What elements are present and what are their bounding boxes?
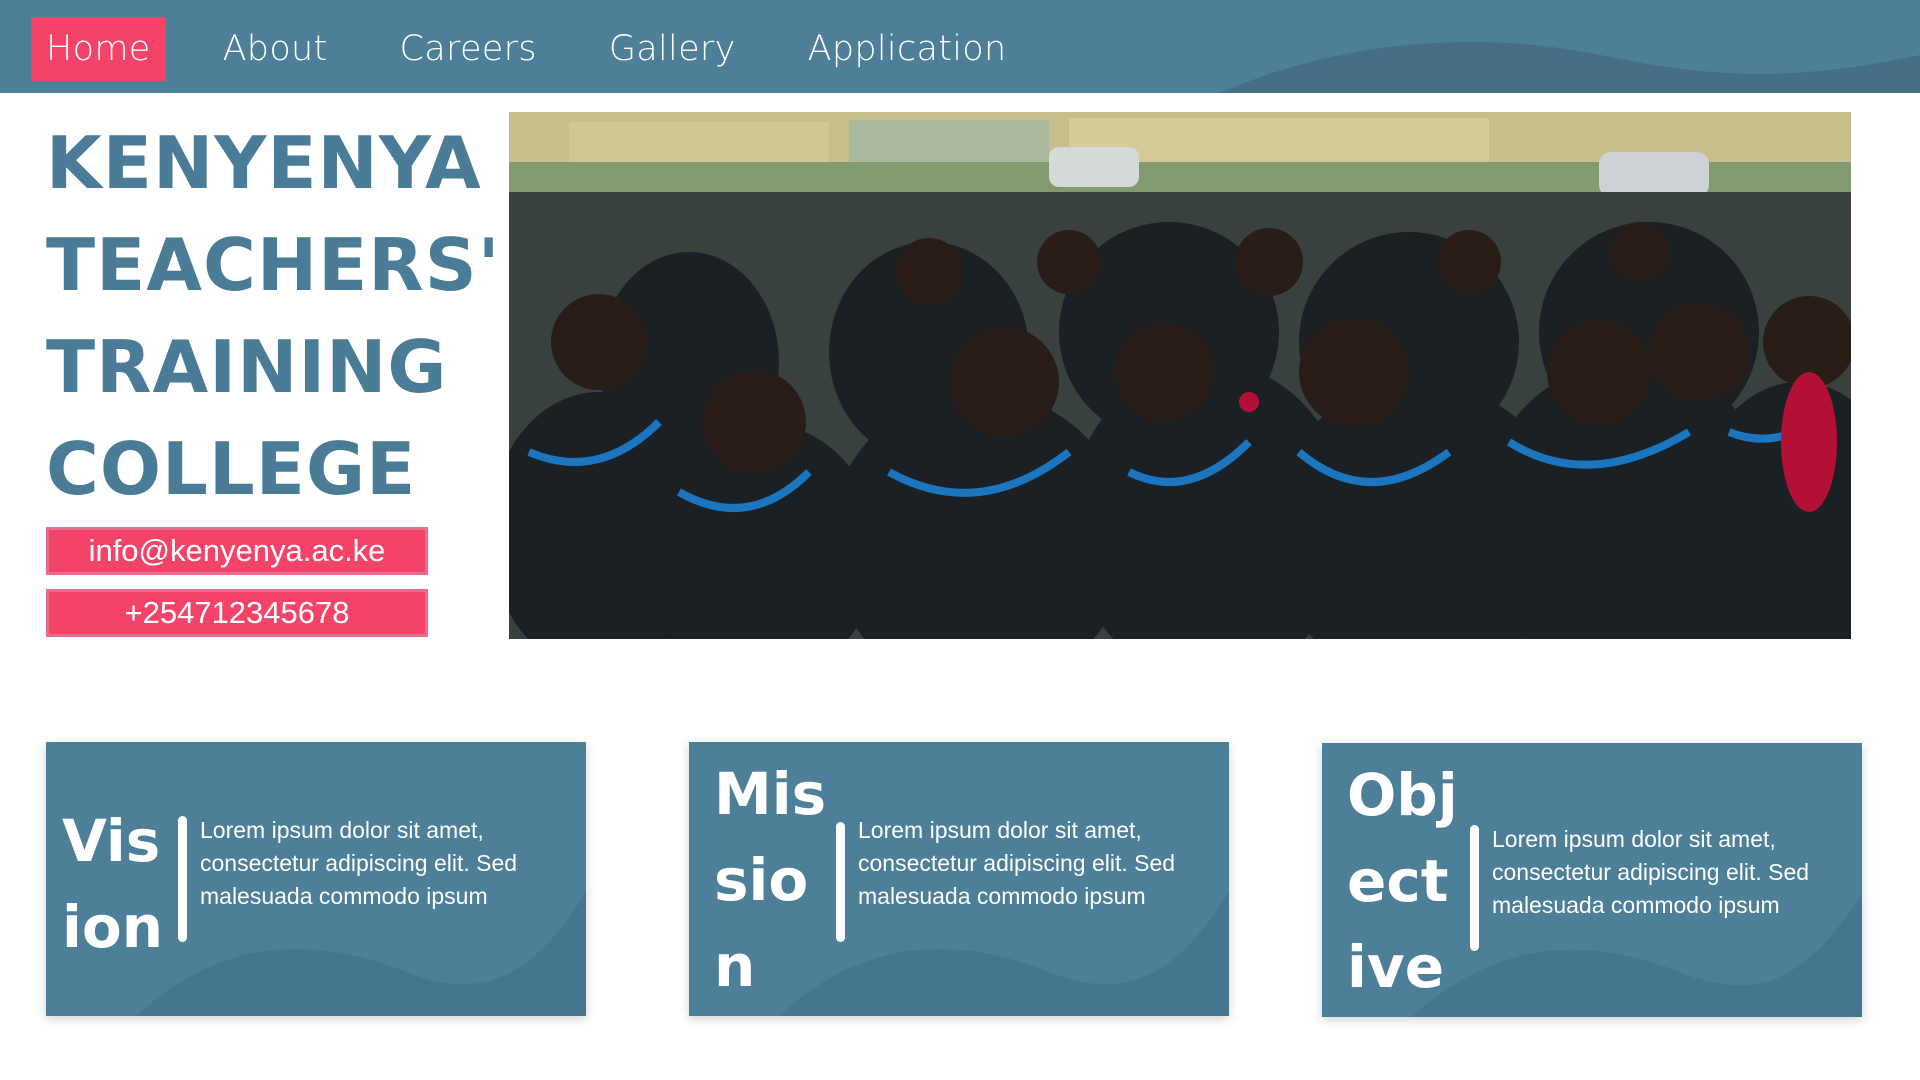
college-title-line: COLLEGE [46, 427, 417, 511]
nav-about[interactable]: About [208, 17, 343, 81]
objective-title: Objective [1347, 761, 1458, 1001]
nav-home[interactable]: Home [31, 17, 166, 81]
mission-title: Mission [714, 760, 827, 1000]
vision-card: Vision Lorem ipsum dolor sit amet, conse… [46, 742, 586, 1016]
graduation-photo [509, 112, 1851, 639]
college-title-line: KENYENYA [46, 121, 482, 205]
nav-menu: Home About Careers Gallery Application [31, 17, 1063, 81]
graduation-photo-illustration [509, 112, 1851, 639]
college-title: KENYENYA TEACHERS' TRAINING COLLEGE [46, 112, 501, 520]
mission-card: Mission Lorem ipsum dolor sit amet, cons… [689, 742, 1229, 1016]
nav-application[interactable]: Application [793, 17, 1022, 81]
email-button[interactable]: info@kenyenya.ac.ke [46, 527, 428, 575]
mission-text: Lorem ipsum dolor sit amet, consectetur … [858, 817, 1176, 909]
objective-card: Objective Lorem ipsum dolor sit amet, co… [1322, 743, 1862, 1017]
phone-button[interactable]: +254712345678 [46, 589, 428, 637]
mission-divider [836, 822, 845, 942]
vision-divider [178, 816, 187, 942]
navbar: Home About Careers Gallery Application [0, 0, 1920, 93]
nav-careers[interactable]: Careers [385, 17, 552, 81]
objective-divider [1470, 825, 1479, 951]
nav-gallery[interactable]: Gallery [594, 17, 751, 81]
vision-text: Lorem ipsum dolor sit amet, consectetur … [200, 817, 518, 909]
college-title-line: TEACHERS' [46, 223, 501, 307]
college-title-line: TRAINING [46, 325, 448, 409]
navbar-wave-decoration [1220, 41, 1920, 93]
objective-text: Lorem ipsum dolor sit amet, consectetur … [1492, 826, 1810, 918]
vision-title: Vision [62, 807, 164, 961]
